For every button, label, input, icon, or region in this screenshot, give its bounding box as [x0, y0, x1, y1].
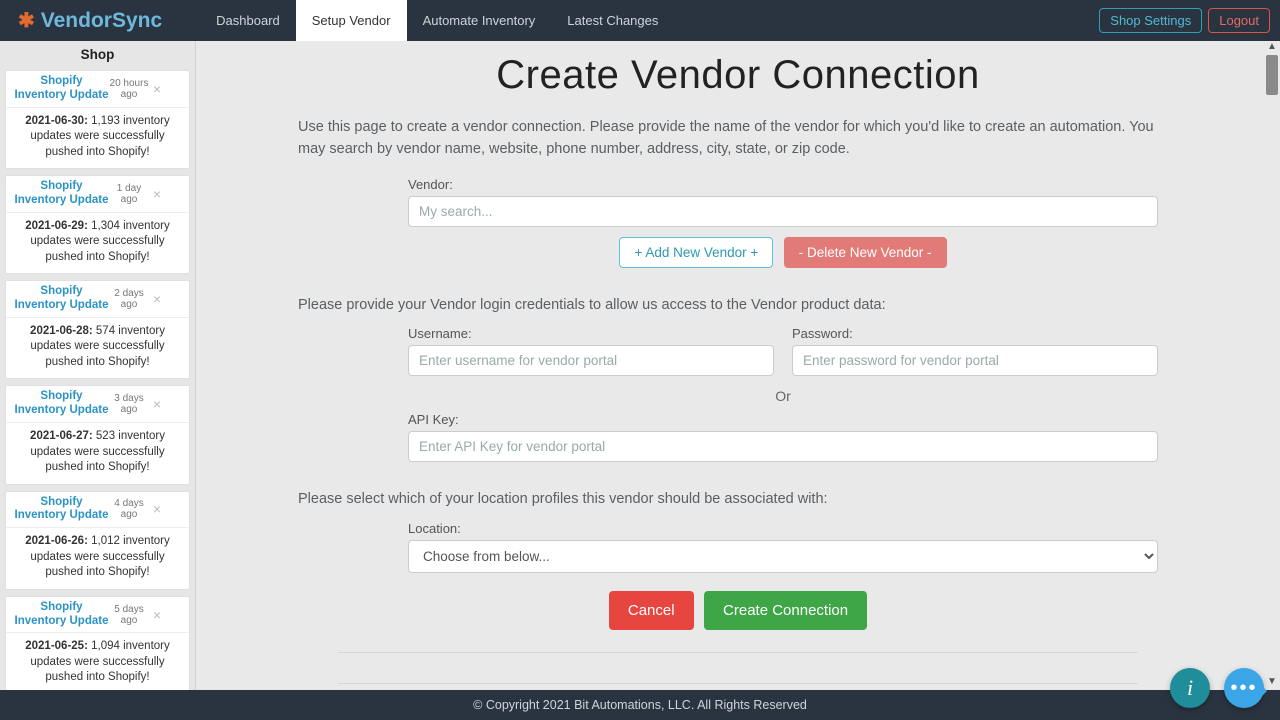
- notification-card: Shopify Inventory Update5 days ago× 2021-…: [5, 596, 190, 690]
- credentials-lead: Please provide your Vendor login credent…: [298, 294, 1178, 316]
- notifications-feed[interactable]: Shopify Inventory Update20 hours ago×202…: [0, 70, 195, 690]
- logout-button[interactable]: Logout: [1208, 8, 1270, 33]
- create-connection-button[interactable]: Create Connection: [704, 591, 867, 630]
- close-icon[interactable]: ×: [149, 291, 165, 307]
- content-region: Shop Shopify Inventory Update20 hours ag…: [0, 41, 1280, 690]
- api-key-input[interactable]: [408, 431, 1158, 462]
- main-panel: Create Vendor Connection Use this page t…: [196, 41, 1280, 690]
- brand-name: VendorSync: [41, 9, 162, 33]
- notification-card: Shopify Inventory Update4 days ago× 2021-…: [5, 491, 190, 590]
- notification-time: 4 days ago: [109, 498, 149, 520]
- section-divider: [338, 652, 1138, 653]
- chat-bubble[interactable]: •••: [1224, 668, 1264, 708]
- cancel-button[interactable]: Cancel: [609, 591, 694, 630]
- notification-body: 2021-06-26: 1,012 inventory updates were…: [6, 528, 189, 589]
- notification-title: Shopify Inventory Update: [14, 285, 109, 313]
- or-divider: Or: [408, 388, 1158, 404]
- scroll-thumb[interactable]: [1266, 55, 1278, 95]
- tab-automate-inventory[interactable]: Automate Inventory: [407, 0, 552, 41]
- notification-body: 2021-06-30: 1,193 inventory updates were…: [6, 108, 189, 169]
- notification-time: 1 day ago: [109, 183, 149, 205]
- vertical-scrollbar[interactable]: ▲ ▼: [1264, 41, 1280, 690]
- api-key-label: API Key:: [408, 412, 1158, 427]
- notification-time: 3 days ago: [109, 393, 149, 415]
- footer: © Copyright 2021 Bit Automations, LLC. A…: [0, 690, 1280, 720]
- notification-body: 2021-06-27: 523 inventory updates were s…: [6, 423, 189, 484]
- notification-time: 5 days ago: [109, 604, 149, 626]
- topbar-actions: Shop Settings Logout: [1099, 0, 1280, 41]
- close-icon[interactable]: ×: [149, 396, 165, 412]
- notification-title: Shopify Inventory Update: [14, 180, 109, 208]
- location-select[interactable]: Choose from below...: [408, 540, 1158, 573]
- notification-body: 2021-06-29: 1,304 inventory updates were…: [6, 213, 189, 274]
- vendor-search-input[interactable]: [408, 196, 1158, 227]
- location-lead: Please select which of your location pro…: [298, 488, 1178, 510]
- notification-card: Shopify Inventory Update20 hours ago× 202…: [5, 70, 190, 169]
- section-divider: [338, 683, 1138, 684]
- intro-text: Use this page to create a vendor connect…: [298, 116, 1178, 161]
- notification-card: Shopify Inventory Update1 day ago× 2021-0…: [5, 175, 190, 274]
- shop-settings-button[interactable]: Shop Settings: [1099, 8, 1202, 33]
- notification-time: 20 hours ago: [109, 78, 149, 100]
- sidebar-title: Shop: [0, 41, 195, 70]
- close-icon[interactable]: ×: [149, 501, 165, 517]
- tab-latest-changes[interactable]: Latest Changes: [551, 0, 674, 41]
- notification-body: 2021-06-25: 1,094 inventory updates were…: [6, 633, 189, 690]
- notification-card: Shopify Inventory Update3 days ago× 2021-…: [5, 385, 190, 484]
- page-title: Create Vendor Connection: [216, 53, 1260, 98]
- close-icon[interactable]: ×: [149, 81, 165, 97]
- password-input[interactable]: [792, 345, 1158, 376]
- logo-icon: ✱: [18, 11, 35, 31]
- tab-dashboard[interactable]: Dashboard: [200, 0, 296, 41]
- notification-title: Shopify Inventory Update: [14, 75, 109, 103]
- notification-title: Shopify Inventory Update: [14, 496, 109, 524]
- footer-copyright: © Copyright 2021 Bit Automations, LLC. A…: [473, 698, 807, 712]
- notification-card: Shopify Inventory Update2 days ago× 2021-…: [5, 280, 190, 379]
- brand[interactable]: ✱ VendorSync: [0, 0, 176, 41]
- notification-time: 2 days ago: [109, 288, 149, 310]
- notification-title: Shopify Inventory Update: [14, 390, 109, 418]
- vendor-label: Vendor:: [408, 177, 1158, 192]
- password-label: Password:: [792, 326, 1158, 341]
- scroll-up-icon[interactable]: ▲: [1266, 41, 1278, 55]
- nav-tabs: Dashboard Setup Vendor Automate Inventor…: [200, 0, 674, 41]
- add-new-vendor-button[interactable]: + Add New Vendor +: [619, 237, 773, 268]
- location-label: Location:: [408, 521, 1158, 536]
- close-icon[interactable]: ×: [149, 607, 165, 623]
- username-label: Username:: [408, 326, 774, 341]
- notification-body: 2021-06-28: 574 inventory updates were s…: [6, 318, 189, 379]
- delete-new-vendor-button[interactable]: - Delete New Vendor -: [784, 237, 947, 268]
- help-info-bubble[interactable]: i: [1170, 668, 1210, 708]
- top-navbar: ✱ VendorSync Dashboard Setup Vendor Auto…: [0, 0, 1280, 41]
- notifications-sidebar: Shop Shopify Inventory Update20 hours ag…: [0, 41, 196, 690]
- close-icon[interactable]: ×: [149, 186, 165, 202]
- tab-setup-vendor[interactable]: Setup Vendor: [296, 0, 407, 41]
- notification-title: Shopify Inventory Update: [14, 601, 109, 629]
- username-input[interactable]: [408, 345, 774, 376]
